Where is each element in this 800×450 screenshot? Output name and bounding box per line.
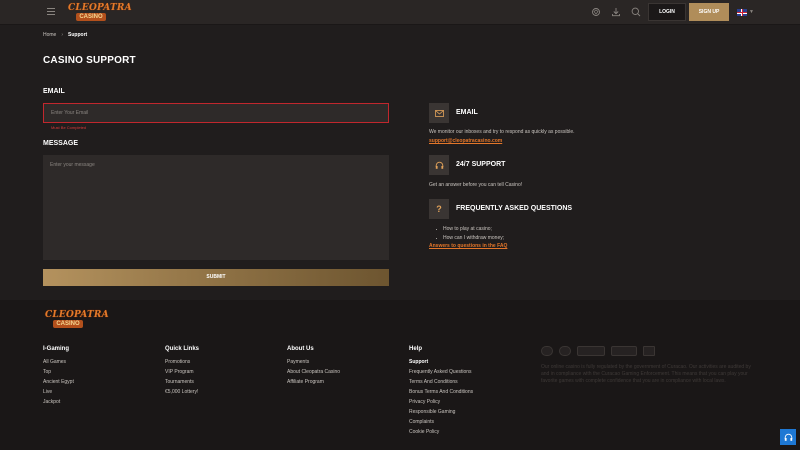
header-logo[interactable]: CLEOPATRA CASINO [68, 3, 132, 22]
footer-column-igaming: I-Gaming All Games Top Ancient Egypt Liv… [43, 346, 74, 409]
footer-column-title: I-Gaming [43, 346, 70, 352]
footer-link[interactable]: €5,000 Lottery! [165, 389, 199, 395]
email-label: EMAIL [43, 88, 65, 95]
footer-link[interactable]: All Games [43, 359, 74, 365]
footer-link[interactable]: Payments [287, 359, 340, 365]
footer-link[interactable]: Bonus Terms And Conditions [409, 389, 473, 395]
footer-column-title: Help [409, 346, 423, 352]
footer-column-about-us: About Us Payments About Cleopatra Casino… [287, 346, 340, 389]
footer-link[interactable]: Jackpot [43, 399, 74, 405]
support-email-link[interactable]: support@cleopatracasino.com [429, 138, 502, 144]
faq-info-title: FREQUENTLY ASKED QUESTIONS [456, 205, 573, 212]
chevron-right-icon: › [61, 32, 64, 38]
download-icon[interactable] [611, 7, 621, 17]
email-input[interactable] [43, 103, 389, 123]
breadcrumb-home[interactable]: Home [43, 32, 56, 38]
footer-link[interactable]: Frequently Asked Questions [409, 369, 473, 375]
footer-link[interactable]: Cookie Policy [409, 429, 473, 435]
license-text: Our online casino is fully regulated by … [541, 364, 751, 384]
faq-list: How to play at casino; How can I withdra… [436, 226, 504, 244]
footer-badges [541, 346, 661, 356]
faq-link[interactable]: Answers to questions in the FAQ [429, 243, 507, 249]
footer-logo-top-text: CLEOPATRA [45, 310, 109, 320]
signup-button[interactable]: SIGN UP [689, 3, 729, 21]
headset-icon [435, 161, 443, 169]
footer-link[interactable]: Promotions [165, 359, 199, 365]
footer-link-active[interactable]: Support [409, 359, 473, 365]
faq-item: How can I withdraw money; [436, 235, 504, 241]
email-error-message: Must Be Completed [51, 125, 87, 130]
breadcrumb: Home › Support [43, 32, 87, 38]
message-textarea[interactable] [43, 155, 389, 260]
diamond-icon[interactable] [591, 7, 601, 17]
search-icon[interactable] [631, 7, 641, 17]
age-restriction-badge-icon [541, 346, 553, 356]
message-label: MESSAGE [43, 140, 79, 147]
footer-link[interactable]: Privacy Policy [409, 399, 473, 405]
logo-top-text: CLEOPATRA [68, 3, 132, 13]
responsible-gaming-badge-icon [643, 346, 655, 356]
footer-link[interactable]: Affiliate Program [287, 379, 340, 385]
login-button[interactable]: LOGIN [648, 3, 686, 21]
license-seal-icon [559, 346, 571, 356]
footer-logo-bottom-text: CASINO [53, 320, 83, 328]
headset-icon [784, 433, 792, 441]
submit-button[interactable]: SUBMIT [43, 269, 389, 286]
support-info-text: Get an answer before you can tell Casino… [429, 182, 523, 188]
support-info-box [429, 155, 449, 175]
page-title: CASINO SUPPORT [43, 55, 136, 66]
uk-flag-icon[interactable] [737, 9, 747, 16]
footer-column-quick-links: Quick Links Promotions VIP Program Tourn… [165, 346, 199, 399]
support-info-title: 24/7 SUPPORT [456, 161, 506, 168]
footer-link[interactable]: Tournaments [165, 379, 199, 385]
breadcrumb-current: Support [68, 32, 88, 38]
gambling-therapy-badge-icon [577, 346, 605, 356]
footer-link[interactable]: Complaints [409, 419, 473, 425]
footer-link[interactable]: Terms And Conditions [409, 379, 473, 385]
footer-column-title: Quick Links [165, 346, 200, 352]
top-header: CLEOPATRA CASINO LOGIN SIGN UP ▼ [0, 0, 800, 25]
footer-link[interactable]: Responsible Gaming [409, 409, 473, 415]
footer-logo[interactable]: CLEOPATRA CASINO [45, 310, 109, 329]
gamcare-badge-icon [611, 346, 637, 356]
email-info-title: EMAIL [456, 109, 478, 116]
footer-link[interactable]: Ancient Egypt [43, 379, 74, 385]
footer: CLEOPATRA CASINO I-Gaming All Games Top … [0, 300, 800, 450]
footer-link[interactable]: Live [43, 389, 74, 395]
footer-link[interactable]: Top [43, 369, 74, 375]
footer-column-help: Help Support Frequently Asked Questions … [409, 346, 473, 439]
question-mark-icon: ? [436, 204, 442, 214]
envelope-icon [434, 109, 444, 117]
footer-column-title: About Us [287, 346, 314, 352]
logo-bottom-text: CASINO [76, 13, 106, 21]
faq-item: How to play at casino; [436, 226, 504, 232]
hamburger-icon[interactable] [47, 8, 55, 16]
faq-info-box: ? [429, 199, 449, 219]
email-info-text: We monitor our inboxes and try to respon… [429, 129, 575, 135]
live-chat-button[interactable] [780, 429, 796, 445]
footer-link[interactable]: VIP Program [165, 369, 199, 375]
chevron-down-icon[interactable]: ▼ [749, 9, 754, 15]
footer-link[interactable]: About Cleopatra Casino [287, 369, 340, 375]
email-info-box [429, 103, 449, 123]
